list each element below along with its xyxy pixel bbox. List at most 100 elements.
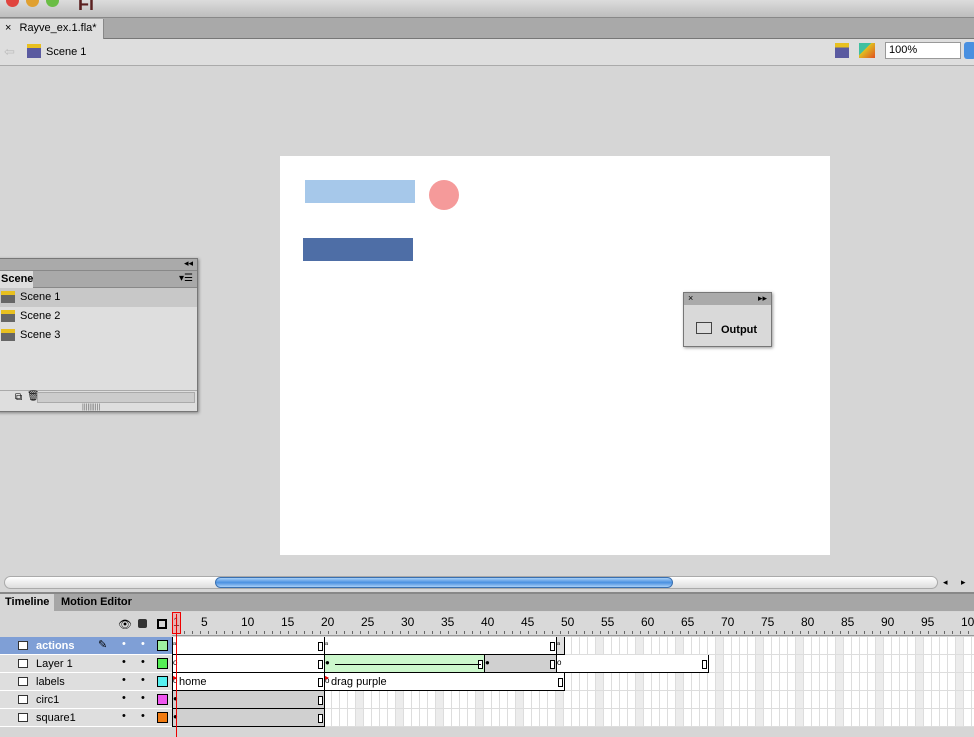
duplicate-scene-icon[interactable]: ⧉ xyxy=(15,392,22,403)
collapse-icon[interactable]: ◂◂ xyxy=(184,258,193,269)
layer-frames[interactable]: ● xyxy=(172,709,974,727)
lock-dot[interactable]: • xyxy=(141,674,145,686)
ruler-label: 85 xyxy=(841,615,855,629)
layer-row[interactable]: labels • • xyxy=(0,673,172,691)
eye-icon[interactable]: 👁 xyxy=(118,618,132,631)
scene-item[interactable]: Scene 1 xyxy=(0,288,197,307)
tween-arrow xyxy=(335,664,481,665)
visibility-dot[interactable]: • xyxy=(122,656,126,668)
resize-grip[interactable]: |||||||||| xyxy=(82,404,100,411)
frame-span[interactable]: ● xyxy=(172,691,325,709)
layer-name[interactable]: square1 xyxy=(36,712,76,724)
edit-scene-icon[interactable] xyxy=(835,43,849,58)
ruler-tick xyxy=(792,631,793,634)
layer-frames[interactable]: ● xyxy=(172,691,974,709)
layer-name[interactable]: circ1 xyxy=(36,694,59,706)
layer-frames[interactable]: o●●o xyxy=(172,655,974,673)
zoom-input[interactable]: 100% xyxy=(885,42,961,59)
back-arrow-icon[interactable]: ⇦ xyxy=(4,44,15,60)
lock-dot[interactable]: • xyxy=(141,692,145,704)
scene-item[interactable]: Scene 3 xyxy=(0,326,197,345)
layer-frames[interactable]: o▸homeo▸drag purple xyxy=(172,673,974,691)
close-tab-icon[interactable]: × xyxy=(5,22,11,34)
visibility-dot[interactable]: • xyxy=(122,692,126,704)
layer-row[interactable]: square1 • • xyxy=(0,709,172,727)
frame-span[interactable]: o ▸ drag purple xyxy=(324,673,565,691)
scroll-left-icon[interactable]: ◂ xyxy=(943,577,948,588)
layer-name[interactable]: labels xyxy=(36,676,65,688)
visibility-dot[interactable]: • xyxy=(122,710,126,722)
lock-dot[interactable]: • xyxy=(141,710,145,722)
ruler-tick xyxy=(536,631,537,634)
end-frame-marker xyxy=(318,714,323,723)
frame-span[interactable]: o xyxy=(172,655,325,673)
keyframe-marker[interactable]: o xyxy=(557,658,561,667)
ruler-tick xyxy=(264,631,265,634)
close-panel-icon[interactable]: × xyxy=(688,293,693,303)
layer-row[interactable]: actions ✎ • • xyxy=(0,637,172,655)
stage[interactable] xyxy=(280,156,830,555)
panel-menu-icon[interactable]: ▾☰ xyxy=(179,273,193,284)
expand-icon[interactable]: ▸▸ xyxy=(758,293,767,304)
breadcrumb-scene[interactable]: Scene 1 xyxy=(46,46,86,58)
scrollbar-thumb[interactable] xyxy=(215,577,673,588)
tab-motion-editor[interactable]: Motion Editor xyxy=(56,594,137,611)
frame-span[interactable]: o xyxy=(556,655,709,673)
motion-tween-span[interactable]: ● xyxy=(324,655,485,673)
tab-timeline[interactable]: Timeline xyxy=(0,594,54,611)
layer-frames[interactable]: ᵃᵃᵃ xyxy=(172,637,974,655)
dark-blue-rectangle[interactable] xyxy=(303,238,413,261)
frame-span[interactable]: ᵃ xyxy=(324,637,557,655)
close-window-button[interactable] xyxy=(6,0,19,7)
ruler-tick xyxy=(616,631,617,634)
keyframe-marker[interactable]: ᵃ xyxy=(557,640,560,649)
pink-circle[interactable] xyxy=(429,180,459,210)
layer-color-swatch[interactable] xyxy=(157,658,168,669)
layer-name[interactable]: Layer 1 xyxy=(36,658,73,670)
layer-color-swatch[interactable] xyxy=(157,676,168,687)
frame-span[interactable]: ● xyxy=(172,709,325,727)
lock-dot[interactable]: • xyxy=(141,656,145,668)
keyframe-marker[interactable]: ᵃ xyxy=(325,640,328,649)
ruler-tick xyxy=(416,631,417,634)
frame-span[interactable]: o▸home xyxy=(172,673,325,691)
visibility-dot[interactable]: • xyxy=(122,674,126,686)
layer-name[interactable]: actions xyxy=(36,640,75,652)
layer-icon xyxy=(18,695,28,704)
keyframe-marker[interactable]: ● xyxy=(325,658,330,667)
zoom-window-button[interactable] xyxy=(46,0,59,7)
layer-row[interactable]: Layer 1 • • xyxy=(0,655,172,673)
layer-row[interactable]: circ1 • • xyxy=(0,691,172,709)
timeline-ruler[interactable]: 1510152025303540455055606570758085909510… xyxy=(172,612,974,636)
lock-dot[interactable]: • xyxy=(141,638,145,650)
ruler-tick xyxy=(840,631,841,634)
frame-span[interactable]: ᵃ xyxy=(172,637,325,655)
layer-color-swatch[interactable] xyxy=(157,694,168,705)
edit-symbols-icon[interactable] xyxy=(859,43,875,58)
scroll-right-icon[interactable]: ▸ xyxy=(961,577,966,588)
scene-name: Scene 2 xyxy=(20,310,61,322)
playhead[interactable] xyxy=(176,614,177,737)
ruler-tick xyxy=(864,631,865,634)
output-label[interactable]: Output xyxy=(721,324,757,336)
visibility-dot[interactable]: • xyxy=(122,638,126,650)
frame-span[interactable]: ᵃ xyxy=(556,637,565,655)
layer-color-swatch[interactable] xyxy=(157,712,168,723)
ruler-label: 45 xyxy=(521,615,535,629)
keyframe-marker[interactable]: ● xyxy=(485,658,490,667)
scene-item[interactable]: Scene 2 xyxy=(0,307,197,326)
minimize-window-button[interactable] xyxy=(26,0,39,7)
panel-scrollbar[interactable] xyxy=(37,392,195,403)
zoom-dropdown-button[interactable] xyxy=(964,42,974,59)
lock-icon[interactable] xyxy=(138,619,147,628)
scene-panel-tab[interactable]: Scene xyxy=(0,271,33,288)
panel-header[interactable]: ◂◂ xyxy=(0,258,197,271)
light-blue-rectangle[interactable] xyxy=(305,180,415,203)
layer-color-swatch[interactable] xyxy=(157,640,168,651)
document-tab[interactable]: × Rayve_ex.1.fla* xyxy=(0,19,104,39)
ruler-tick xyxy=(656,631,657,634)
outline-icon[interactable] xyxy=(157,619,167,629)
frame-span[interactable]: ● xyxy=(484,655,557,673)
ruler-tick xyxy=(344,631,345,634)
ruler-label: 60 xyxy=(641,615,655,629)
